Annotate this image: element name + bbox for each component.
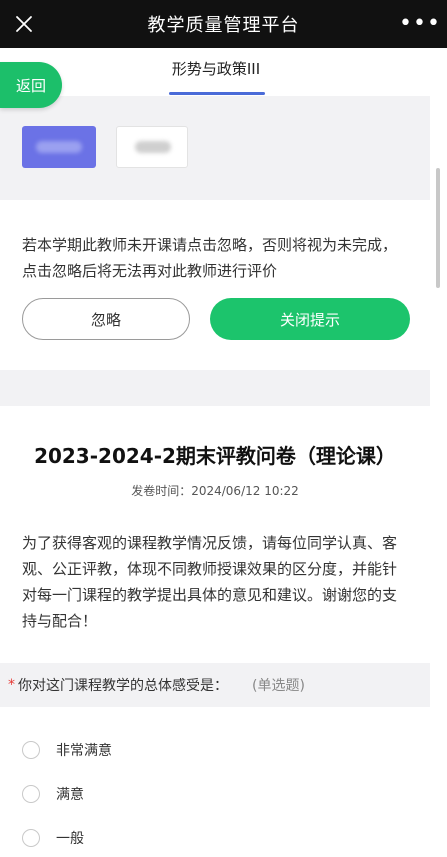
ignore-button[interactable]: 忽略 xyxy=(22,298,190,340)
scrollbar-thumb[interactable] xyxy=(436,168,440,288)
radio-icon[interactable] xyxy=(22,741,40,759)
option-satisfied[interactable]: 满意 xyxy=(22,781,322,807)
notice-panel: 若本学期此教师未开课请点击忽略，否则将视为未完成，点击忽略后将无法再对此教师进行… xyxy=(0,200,430,370)
option-label: 满意 xyxy=(56,787,84,803)
option-label: 一般 xyxy=(56,831,84,847)
survey-intro: 为了获得客观的课程教学情况反馈，请每位同学认真、客观、公正评教，体现不同教师授课… xyxy=(22,534,398,630)
scrollbar[interactable] xyxy=(430,96,447,857)
question-text: 你对这门课程教学的总体感受是： xyxy=(18,678,228,694)
teacher-name-redacted xyxy=(135,141,171,153)
option-neutral[interactable]: 一般 xyxy=(22,825,322,851)
more-dots-icon[interactable]: ••• xyxy=(399,10,440,38)
teacher-selector xyxy=(0,96,430,200)
teacher-card[interactable] xyxy=(116,126,188,168)
tab-course[interactable]: 形势与政策III xyxy=(166,58,266,79)
close-icon[interactable] xyxy=(10,10,38,38)
notice-text: 若本学期此教师未开课请点击忽略，否则将视为未完成，点击忽略后将无法再对此教师进行… xyxy=(22,236,398,280)
question-type: (单选题) xyxy=(252,678,305,694)
survey-time: 发卷时间：2024/06/12 10:22 xyxy=(131,484,299,498)
teacher-card-selected[interactable] xyxy=(22,126,96,168)
section-divider xyxy=(0,370,430,406)
tab-underline xyxy=(169,92,265,95)
option-label: 非常满意 xyxy=(56,743,112,759)
close-tip-button[interactable]: 关闭提示 xyxy=(210,298,410,340)
course-tab-bar: 形势与政策III xyxy=(0,48,447,96)
top-bar: 教学质量管理平台 ••• xyxy=(0,0,447,48)
required-mark: * xyxy=(8,677,15,693)
app-title: 教学质量管理平台 xyxy=(147,15,300,36)
survey-title: 2023-2024-2期末评教问卷（理论课） xyxy=(34,444,396,468)
radio-icon[interactable] xyxy=(22,829,40,847)
question-header: * 你对这门课程教学的总体感受是： (单选题) xyxy=(0,663,430,707)
option-very-satisfied[interactable]: 非常满意 xyxy=(22,737,322,763)
radio-icon[interactable] xyxy=(22,785,40,803)
back-button[interactable]: 返回 xyxy=(0,62,62,108)
teacher-name-redacted xyxy=(36,141,82,153)
